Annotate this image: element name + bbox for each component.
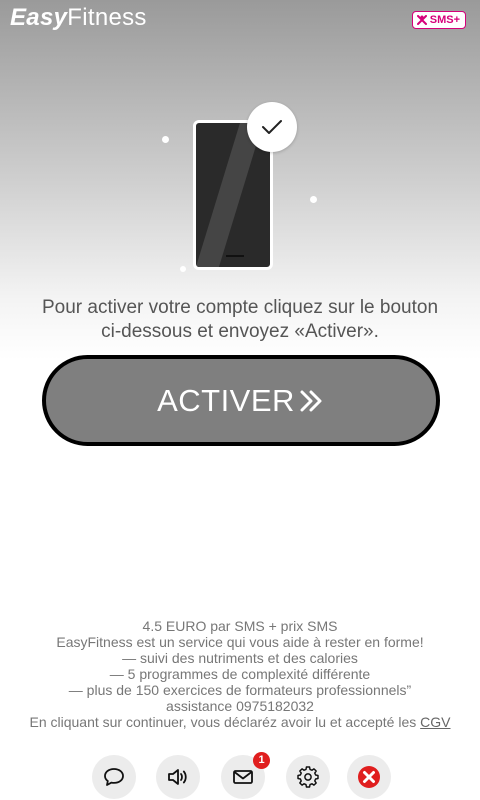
feature-item: — plus de 150 exercices de formateurs pr… <box>68 682 412 698</box>
activate-button-label: ACTIVER <box>157 382 295 418</box>
sound-button[interactable] <box>156 755 200 799</box>
decor-dot <box>162 136 169 143</box>
service-tagline: EasyFitness est un service qui vous aide… <box>56 634 424 650</box>
service-info: 4.5 EURO par SMS + prix SMS EasyFitness … <box>0 618 480 730</box>
instruction-line-1: Pour activer votre compte cliquez sur le… <box>41 297 439 318</box>
mail-icon <box>233 770 253 784</box>
assistance-phone: assistance 0975182032 <box>166 698 314 714</box>
app-logo: EasyFitness <box>10 4 147 32</box>
sms-plus-label: SMS+ <box>429 14 460 26</box>
speaker-icon <box>168 769 187 785</box>
chat-button[interactable] <box>92 755 136 799</box>
sms-plus-logo-icon <box>416 15 427 25</box>
mail-notification-badge: 1 <box>253 752 270 769</box>
instruction-line-2: ci-dessous et envoyez «Activer». <box>101 321 379 342</box>
cgv-link[interactable]: CGV <box>420 714 450 730</box>
activation-instruction: Pour activer votre compte cliquez sur le… <box>20 296 460 344</box>
close-button[interactable] <box>347 755 391 799</box>
decor-dot <box>310 196 317 203</box>
logo-fitness: Fitness <box>67 4 147 31</box>
logo-easy: Easy <box>10 4 68 31</box>
feature-item: — suivi des nutriments et des calories <box>122 650 358 666</box>
chat-bubble-icon <box>104 768 124 786</box>
activate-button[interactable]: ACTIVER <box>42 355 440 446</box>
mail-button[interactable]: 1 <box>221 752 270 799</box>
checkmark-icon <box>247 102 297 152</box>
terms-notice: En cliquant sur continuer, vous déclaréz… <box>0 714 480 730</box>
terms-text: En cliquant sur continuer, vous déclaréz… <box>29 714 421 730</box>
sms-plus-badge: SMS+ <box>411 11 466 29</box>
bottom-toolbar: 1 <box>0 752 480 800</box>
close-icon <box>358 766 380 788</box>
double-chevron-right-icon <box>299 389 325 413</box>
app-header: EasyFitness SMS+ <box>0 0 480 40</box>
decor-dot <box>180 266 186 272</box>
feature-item: — 5 programmes de complexité différente <box>109 666 371 682</box>
settings-button[interactable] <box>286 755 330 799</box>
gear-icon <box>297 766 319 788</box>
hero-illustration <box>0 90 480 290</box>
phone-home-indicator <box>226 255 244 257</box>
price-info: 4.5 EURO par SMS + prix SMS <box>142 618 338 634</box>
